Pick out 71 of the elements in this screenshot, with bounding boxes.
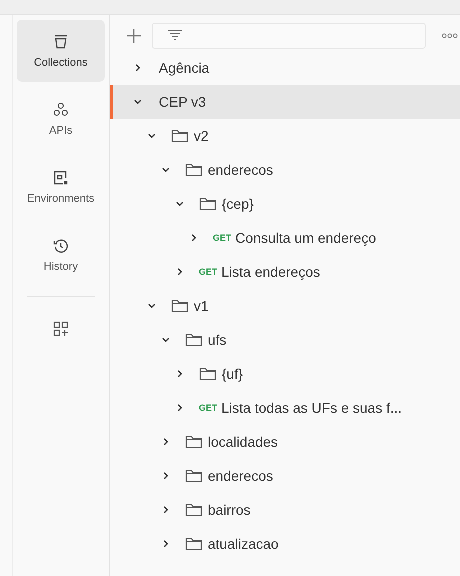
sidebar-item[interactable]: APIs xyxy=(17,88,105,150)
chevron-icon xyxy=(175,199,185,209)
tree-item[interactable]: v1 xyxy=(110,289,460,323)
folder-name: v2 xyxy=(194,128,209,144)
folder-icon xyxy=(185,502,203,518)
folder-name: atualizacao xyxy=(208,536,279,552)
tree-item[interactable]: atualizacao xyxy=(110,527,460,561)
folder-name: ufs xyxy=(208,332,227,348)
trash-can-icon xyxy=(53,34,69,50)
history-icon xyxy=(53,238,69,254)
tree-item[interactable]: {uf} xyxy=(110,357,460,391)
filter-icon xyxy=(167,30,183,42)
chevron-icon xyxy=(161,539,171,549)
chevron-icon xyxy=(161,505,171,515)
folder-icon xyxy=(199,196,217,212)
chevron-icon xyxy=(147,301,157,311)
chevron-icon xyxy=(189,233,199,243)
folder-name: v1 xyxy=(194,298,209,314)
tree-item[interactable]: ufs xyxy=(110,323,460,357)
folder-icon xyxy=(171,298,189,314)
tree-item[interactable]: enderecos xyxy=(110,153,460,187)
folder-icon xyxy=(185,434,203,450)
chevron-icon xyxy=(175,403,185,413)
tree-item[interactable]: enderecos xyxy=(110,459,460,493)
folder-name: enderecos xyxy=(208,162,274,178)
environment-icon xyxy=(53,170,69,186)
tree-item[interactable]: GET Lista endereços xyxy=(110,255,460,289)
sidebar-item[interactable]: Collections xyxy=(17,20,105,82)
chevron-icon xyxy=(133,63,143,73)
sidebar-item[interactable]: Environments xyxy=(17,156,105,218)
request-name: Consulta um endereço xyxy=(236,230,376,246)
circles-icon xyxy=(53,102,69,118)
method-label: GET xyxy=(199,403,218,413)
request-name: Lista endereços xyxy=(222,264,320,280)
folder-name: localidades xyxy=(208,434,278,450)
collection-name: CEP v3 xyxy=(159,94,206,110)
chevron-icon xyxy=(133,97,143,107)
method-label: GET xyxy=(199,267,218,277)
chevron-icon xyxy=(161,437,171,447)
request-name: Lista todas as UFs e suas f... xyxy=(222,400,402,416)
tree-item[interactable]: Agência xyxy=(110,51,460,85)
folder-name: enderecos xyxy=(208,468,274,484)
more-icon[interactable] xyxy=(442,33,458,39)
folder-name: {uf} xyxy=(222,366,244,382)
folder-icon xyxy=(185,468,203,484)
tree-item[interactable]: v2 xyxy=(110,119,460,153)
chevron-icon xyxy=(147,131,157,141)
plus-icon[interactable] xyxy=(126,28,142,44)
tree-item[interactable]: {cep} xyxy=(110,187,460,221)
tree-item[interactable]: GET Consulta um endereço xyxy=(110,221,460,255)
folder-icon xyxy=(171,128,189,144)
folder-icon xyxy=(185,536,203,552)
tree-item[interactable]: bairros xyxy=(110,493,460,527)
chevron-icon xyxy=(161,471,171,481)
add-widget-icon[interactable] xyxy=(53,321,69,337)
folder-name: {cep} xyxy=(222,196,254,212)
folder-icon xyxy=(185,162,203,178)
method-label: GET xyxy=(213,233,232,243)
tree-item[interactable]: localidades xyxy=(110,425,460,459)
filter-field[interactable] xyxy=(152,23,426,49)
folder-name: bairros xyxy=(208,502,251,518)
chevron-icon xyxy=(175,267,185,277)
tree-item[interactable]: GET Lista todas as UFs e suas f... xyxy=(110,391,460,425)
folder-icon xyxy=(185,332,203,348)
collection-name: Agência xyxy=(159,60,210,76)
chevron-icon xyxy=(161,335,171,345)
sidebar-item[interactable]: History xyxy=(17,224,105,286)
chevron-icon xyxy=(175,369,185,379)
folder-icon xyxy=(199,366,217,382)
chevron-icon xyxy=(161,165,171,175)
tree-item[interactable]: CEP v3 xyxy=(110,85,460,119)
